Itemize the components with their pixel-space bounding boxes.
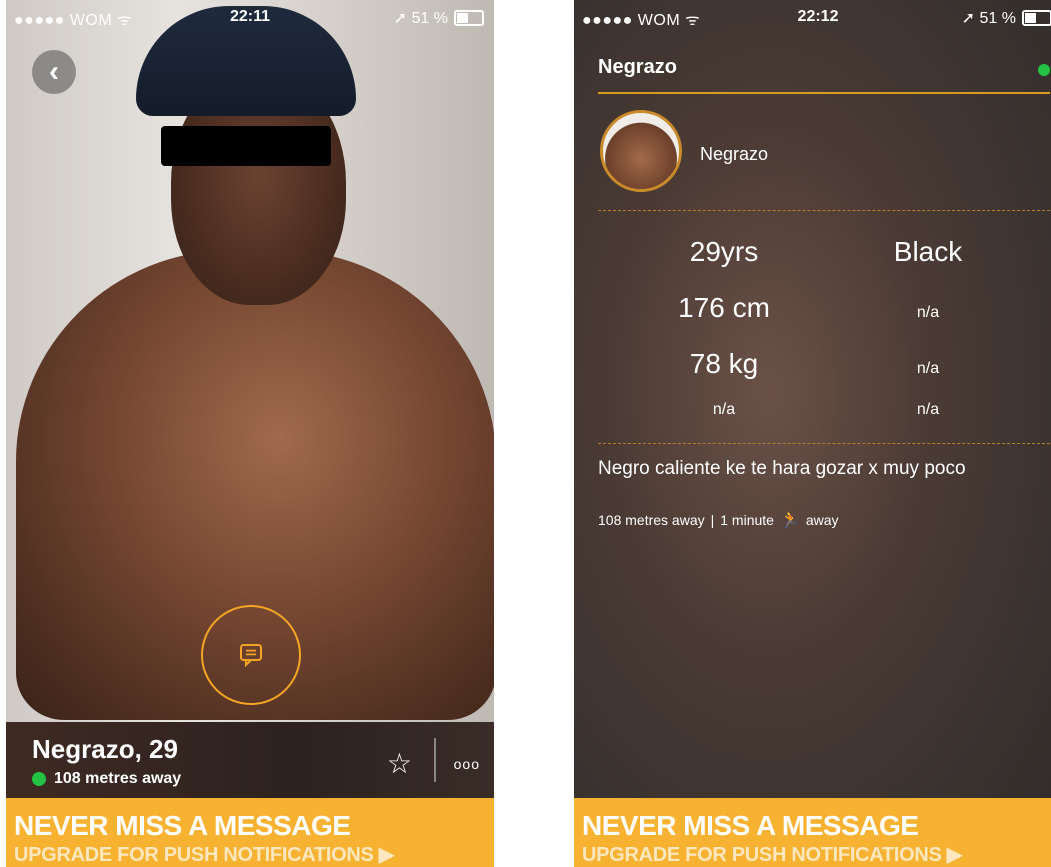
battery-label: ➚ 51 %: [393, 10, 448, 27]
stat-height-right: n/a: [916, 304, 940, 321]
stat-row4-right: n/a: [916, 401, 940, 418]
chat-button[interactable]: [201, 605, 301, 705]
profile-photo-screen: ●●●●● WOM ᯤ 22:11 ➚ 51 % ‹ Negrazo, 29 1…: [6, 0, 494, 867]
meta-away: away: [805, 512, 839, 528]
carrier-signal: ●●●●● WOM ᯤ: [14, 12, 133, 29]
upgrade-banner[interactable]: NEVER MISS A MESSAGE UPGRADE FOR PUSH NO…: [574, 798, 1051, 867]
avatar-name: Negrazo: [700, 144, 769, 164]
stat-age: 29yrs: [689, 236, 759, 267]
profile-distance: 108 metres away: [32, 770, 181, 788]
more-options-button[interactable]: ooo: [454, 756, 480, 772]
profile-description: Negro caliente ke te hara gozar x muy po…: [598, 458, 966, 479]
title-underline: [598, 92, 1050, 94]
stat-row4-left: n/a: [712, 401, 736, 418]
stat-weight: 78 kg: [689, 348, 759, 379]
stat-weight-right: n/a: [916, 360, 940, 377]
banner-headline: NEVER MISS A MESSAGE: [582, 810, 919, 841]
distance-meta: 108 metres away | 1 minute 🏃 away: [598, 510, 839, 530]
avatar[interactable]: [600, 110, 682, 192]
battery-status: ➚ 51 %: [394, 8, 484, 28]
status-bar: ●●●●● WOM ᯤ 22:11 ➚ 51 %: [6, 0, 494, 34]
stat-height: 176 cm: [678, 292, 770, 323]
banner-headline: NEVER MISS A MESSAGE: [14, 810, 351, 841]
status-bar: ●●●●● WOM ᯤ 22:12 ➚ 51 %: [574, 0, 1051, 34]
battery-icon: [454, 10, 484, 26]
distance-label: 108 metres away: [54, 770, 182, 787]
meta-distance: 108 metres away: [598, 512, 705, 528]
divider: [598, 443, 1050, 444]
meta-time: 1 minute: [720, 512, 774, 528]
status-time: 22:11: [229, 8, 271, 25]
runner-icon: 🏃: [779, 512, 800, 529]
divider: [598, 210, 1050, 211]
profile-details-screen: ●●●●● WOM ᯤ 22:12 ➚ 51 % Negrazo Negrazo…: [574, 0, 1051, 867]
message-icon: [240, 644, 262, 668]
divider: [434, 738, 436, 782]
profile-title: Negrazo: [598, 56, 677, 78]
profile-info-bar: Negrazo, 29 108 metres away ☆ ooo: [6, 722, 494, 798]
censor-bar: [161, 126, 331, 166]
stat-ethnicity: Black: [893, 236, 963, 267]
banner-subline: UPGRADE FOR PUSH NOTIFICATIONS ▶: [582, 844, 962, 866]
online-dot-icon: [32, 772, 46, 786]
carrier-signal: ●●●●● WOM ᯤ: [582, 12, 701, 29]
battery-label: ➚ 51 %: [961, 10, 1016, 27]
favorite-star-icon[interactable]: ☆: [387, 747, 412, 780]
profile-name-age: Negrazo, 29: [32, 734, 178, 764]
chevron-left-icon: ‹: [49, 55, 59, 88]
status-time: 22:12: [797, 8, 839, 25]
banner-subline: UPGRADE FOR PUSH NOTIFICATIONS ▶: [14, 844, 394, 866]
battery-icon: [1022, 10, 1051, 26]
battery-status: ➚ 51 %: [962, 8, 1051, 28]
upgrade-banner[interactable]: NEVER MISS A MESSAGE UPGRADE FOR PUSH NO…: [6, 798, 494, 867]
online-status-icon: [1038, 64, 1050, 76]
back-button[interactable]: ‹: [32, 50, 76, 94]
meta-separator: |: [710, 512, 715, 528]
